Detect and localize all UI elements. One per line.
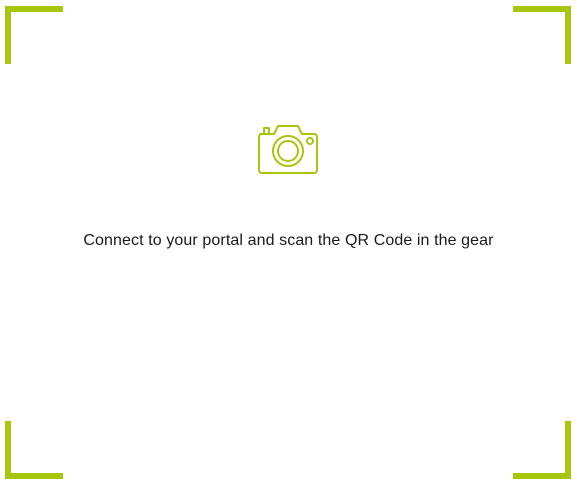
scan-frame-corner-bottom-left: [5, 421, 63, 479]
scan-frame-corner-top-left: [5, 6, 63, 64]
camera-icon: [258, 125, 318, 174]
scan-frame-corner-top-right: [513, 6, 571, 64]
qr-scanner-view[interactable]: Connect to your portal and scan the QR C…: [0, 0, 577, 484]
scan-frame-corner-bottom-right: [513, 421, 571, 479]
scan-instruction-text: Connect to your portal and scan the QR C…: [83, 232, 494, 249]
